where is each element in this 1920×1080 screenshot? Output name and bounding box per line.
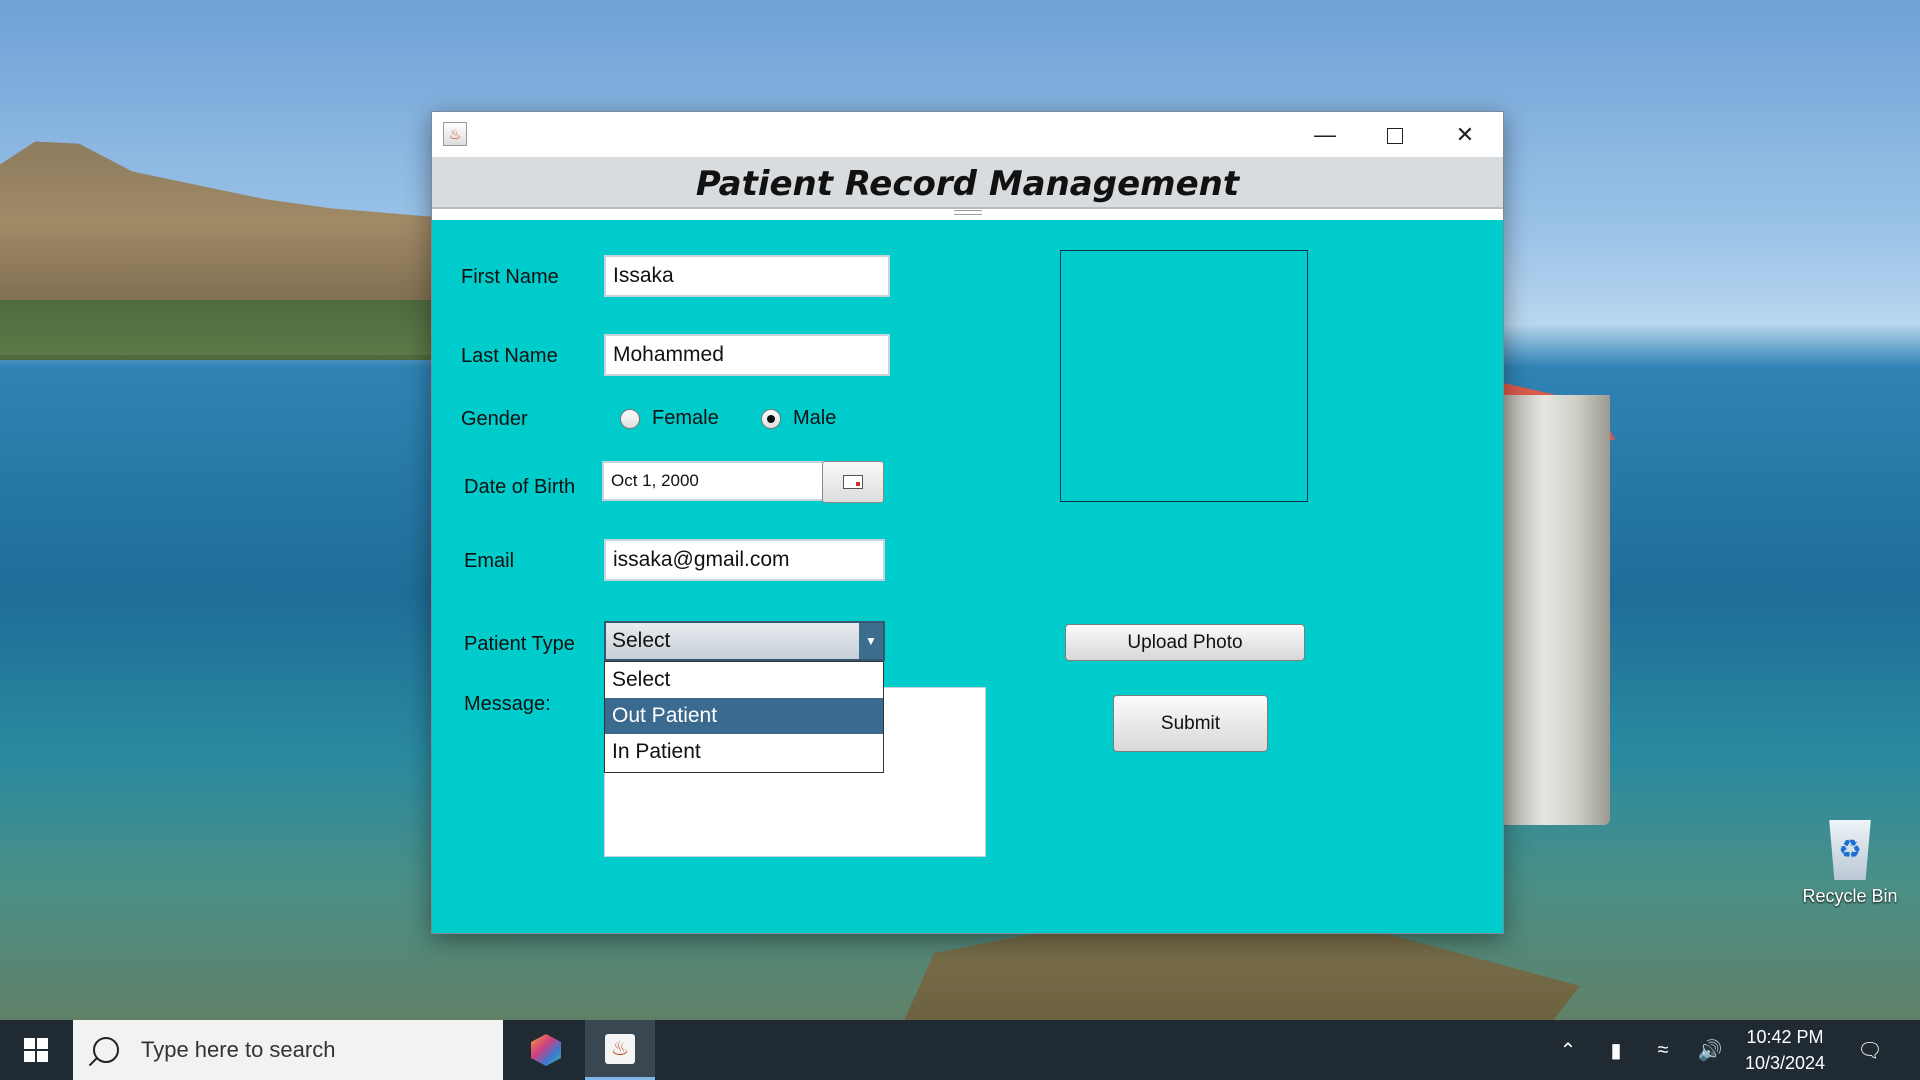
java-icon: ♨ <box>605 1033 635 1064</box>
desktop-wallpaper-shore <box>0 300 440 355</box>
gender-female-label: Female <box>652 407 719 429</box>
title-bar[interactable]: ♨ — ✕ <box>432 112 1503 157</box>
patient-type-dropdown-list: Select Out Patient In Patient <box>604 661 884 773</box>
close-button[interactable]: ✕ <box>1430 112 1500 157</box>
maximize-button[interactable] <box>1360 112 1430 157</box>
netbeans-icon <box>531 1034 561 1066</box>
gender-label: Gender <box>461 408 528 430</box>
split-pane-divider[interactable] <box>954 210 982 215</box>
patient-type-value: Select <box>612 629 671 652</box>
volume-icon[interactable]: 🔊 <box>1692 1020 1728 1080</box>
search-icon <box>93 1037 119 1063</box>
patient-type-label: Patient Type <box>464 633 575 655</box>
dropdown-option-select[interactable]: Select <box>605 662 883 698</box>
last-name-input[interactable]: Mohammed <box>604 334 890 376</box>
chevron-down-icon[interactable]: ▼ <box>859 623 883 659</box>
last-name-label: Last Name <box>461 345 558 367</box>
start-button[interactable] <box>0 1020 72 1080</box>
search-placeholder: Type here to search <box>141 1037 336 1062</box>
email-label: Email <box>464 550 515 572</box>
dropdown-option-out-patient[interactable]: Out Patient <box>605 698 883 734</box>
minimize-button[interactable]: — <box>1290 112 1360 157</box>
clock-time: 10:42 PM <box>1746 1027 1824 1047</box>
app-window: ♨ — ✕ Patient Record Management First Na… <box>431 111 1504 934</box>
taskbar-clock[interactable]: 10:42 PM 10/3/2024 <box>1730 1024 1840 1076</box>
page-title: Patient Record Management <box>695 164 1240 204</box>
first-name-label: First Name <box>461 266 559 288</box>
battery-icon[interactable]: ▮ <box>1598 1020 1634 1080</box>
date-picker-button[interactable] <box>822 461 884 503</box>
taskbar-java-app[interactable]: ♨ <box>585 1020 655 1080</box>
radio-checked-icon <box>761 408 781 429</box>
dob-label: Date of Birth <box>464 476 576 498</box>
taskbar: Type here to search ♨ ⌃ ▮ ≈ 🔊 10:42 PM 1… <box>0 1020 1920 1080</box>
show-hidden-icons-chevron-icon[interactable]: ⌃ <box>1550 1020 1586 1080</box>
upload-photo-button[interactable]: Upload Photo <box>1065 624 1305 661</box>
java-app-icon: ♨ <box>443 122 467 146</box>
calendar-icon <box>843 475 863 489</box>
desktop-wallpaper-tower <box>1500 395 1610 825</box>
recycle-bin-label: Recycle Bin <box>1802 886 1898 906</box>
recycle-bin[interactable]: ♻ Recycle Bin <box>1795 820 1905 907</box>
recycle-bin-icon: ♻ <box>1829 820 1871 880</box>
taskbar-netbeans[interactable] <box>511 1020 581 1080</box>
gender-male-radio[interactable]: Male <box>761 407 836 430</box>
desktop-wallpaper-rocks <box>900 920 1580 1030</box>
clock-date: 10/3/2024 <box>1744 1053 1826 1073</box>
gender-male-label: Male <box>793 407 837 429</box>
photo-preview <box>1060 250 1308 502</box>
notification-center-icon[interactable]: 🗨 <box>1850 1020 1890 1080</box>
email-input[interactable]: issaka@gmail.com <box>604 539 885 581</box>
dropdown-option-in-patient[interactable]: In Patient <box>605 734 883 770</box>
maximize-icon <box>1387 128 1403 145</box>
radio-unchecked-icon <box>620 408 640 429</box>
dob-input[interactable]: Oct 1, 2000 <box>602 461 847 501</box>
submit-button[interactable]: Submit <box>1113 695 1268 752</box>
windows-logo-icon <box>24 1038 48 1062</box>
wifi-icon[interactable]: ≈ <box>1645 1020 1681 1080</box>
form-panel: First Name Issaka Last Name Mohammed Gen… <box>432 220 1503 933</box>
header-panel: Patient Record Management <box>432 157 1503 209</box>
message-label: Message: <box>464 693 551 715</box>
patient-type-select[interactable]: Select ▼ <box>604 621 885 661</box>
gender-female-radio[interactable]: Female <box>620 407 719 430</box>
first-name-input[interactable]: Issaka <box>604 255 890 297</box>
taskbar-search-box[interactable]: Type here to search <box>73 1020 503 1080</box>
